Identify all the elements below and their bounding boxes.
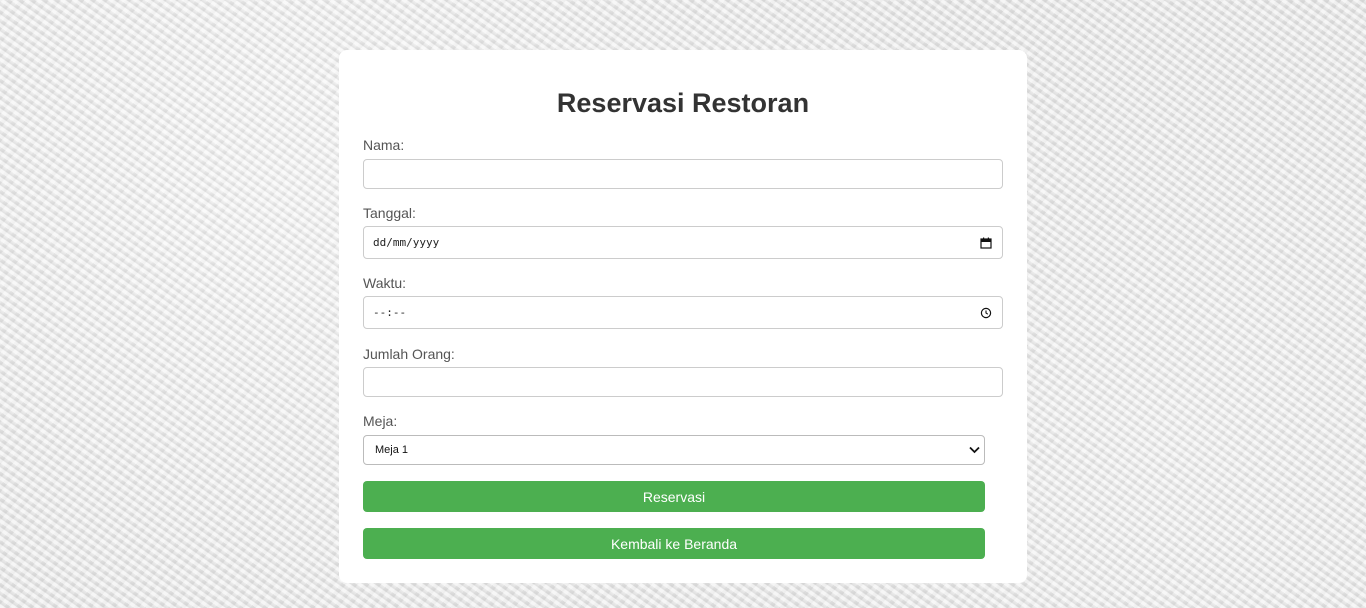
tanggal-label: Tanggal: (363, 205, 416, 221)
chevron-down-icon (967, 443, 981, 457)
waktu-input[interactable]: --:-- (363, 296, 1003, 329)
calendar-icon[interactable] (978, 235, 994, 251)
reservasi-button[interactable]: Reservasi (363, 481, 985, 512)
back-home-button[interactable]: Kembali ke Beranda (363, 528, 985, 559)
page-title: Reservasi Restoran (556, 88, 810, 118)
tanggal-value: dd/mm/yyyy (373, 236, 440, 249)
jumlah-orang-label: Jumlah Orang: (363, 346, 455, 362)
clock-icon[interactable] (978, 305, 994, 321)
reservation-card: Reservasi Restoran Nama: Tanggal: dd/mm/… (339, 50, 1027, 583)
waktu-value: --:-- (373, 306, 407, 319)
waktu-label: Waktu: (363, 275, 407, 291)
tanggal-input[interactable]: dd/mm/yyyy (363, 226, 1003, 259)
meja-select[interactable]: Meja 1 (363, 435, 985, 465)
jumlah-orang-input[interactable] (363, 367, 1003, 397)
nama-label: Nama: (363, 137, 405, 153)
meja-selected-value: Meja 1 (375, 444, 409, 456)
nama-input[interactable] (363, 159, 1003, 189)
meja-label: Meja: (363, 413, 398, 429)
